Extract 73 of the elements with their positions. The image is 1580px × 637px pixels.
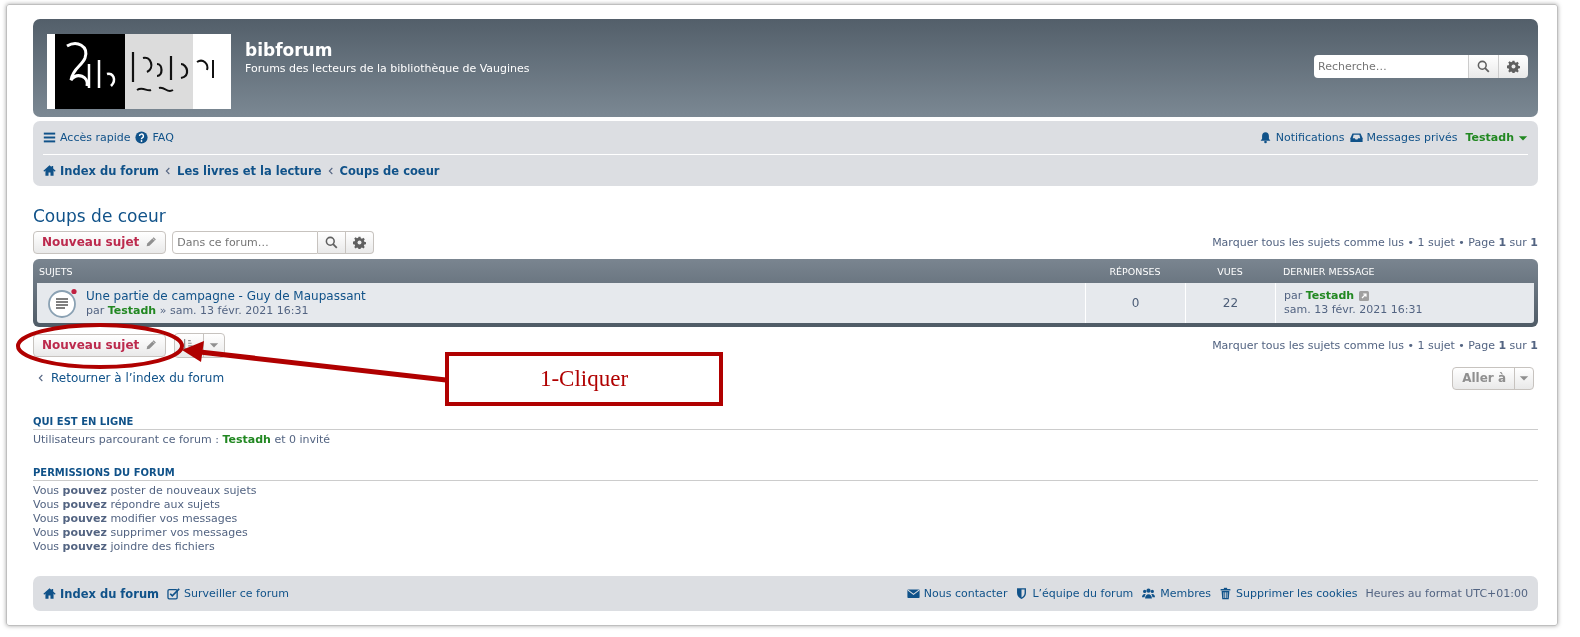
new-topic-button[interactable]: Nouveau sujet (33, 230, 167, 254)
chevron-left-icon (164, 165, 173, 176)
nav-link[interactable]: FAQ (135, 131, 174, 144)
footer-link[interactable]: Supprimer les cookies (1219, 587, 1358, 600)
permission-line: Vous pouvez joindre des fichiers (33, 540, 216, 554)
forum-search-field[interactable]: Dans ce forum… (172, 230, 319, 254)
pagination-info: Marquer tous les sujets comme lus • 1 sujet • Page 1 sur 1 (1212, 235, 1538, 249)
views-count: 22 (1222, 296, 1239, 310)
mark-read-link[interactable]: Marquer tous les sujets comme lus (1212, 235, 1405, 249)
nav-link[interactable]: Messages privés (1349, 131, 1458, 144)
pagination-info: Marquer tous les sujets comme lus • 1 sujet • Page 1 sur 1 (1212, 338, 1538, 352)
advanced-search-button[interactable] (1498, 55, 1528, 78)
caret-icon (1519, 373, 1529, 383)
trash-icon (1219, 587, 1233, 600)
mark-read-link[interactable]: Marquer tous les sujets comme lus (1212, 338, 1405, 352)
section-heading: QUI EST EN LIGNE (33, 416, 1538, 430)
breadcrumb-link[interactable]: Coups de coeur (339, 163, 440, 178)
footer-link[interactable]: Surveiller ce forum (167, 587, 289, 600)
site-title[interactable]: bibforum (245, 40, 530, 60)
permission-line: Vous pouvez poster de nouveaux sujets (33, 484, 258, 498)
annotation-callout: 1-Cliquer (445, 352, 723, 406)
search-icon (1477, 60, 1490, 73)
user-menu[interactable]: Testadh (1465, 131, 1528, 144)
envelope-icon (906, 587, 920, 600)
settings-icon (1507, 60, 1520, 73)
permission-line: Vous pouvez supprimer vos messages (33, 526, 249, 540)
checkbox-icon (167, 587, 181, 600)
nav-link[interactable]: Accès rapide (43, 131, 131, 144)
footer-link[interactable]: Membres (1141, 587, 1212, 600)
caret-icon (209, 340, 220, 350)
section-heading: PERMISSIONS DU FORUM (33, 467, 1538, 481)
column-header: SUJETS (38, 265, 74, 277)
footer-link[interactable]: Index du forum (43, 586, 160, 601)
chevron-left-icon (37, 373, 45, 383)
replies-count: 0 (1131, 296, 1140, 310)
inbox-icon (1349, 131, 1363, 144)
menu-icon (43, 131, 56, 144)
go-to-post-icon[interactable] (1359, 291, 1370, 301)
users-icon (1141, 587, 1157, 600)
online-users-text: Utilisateurs parcourant ce forum : Testadh et 0 invité (33, 433, 332, 447)
pencil-icon (145, 339, 158, 351)
settings-icon (353, 235, 367, 249)
search-icon (325, 235, 339, 249)
site-description: Forums des lecteurs de la bibliothèque de Vaugines (245, 62, 530, 75)
help-icon (135, 131, 149, 144)
column-header: RÉPONSES (1108, 265, 1162, 277)
back-link[interactable]: Retourner à l’index du forum (37, 371, 225, 385)
permission-line: Vous pouvez modifier vos messages (33, 512, 239, 526)
home-icon (43, 164, 56, 177)
new-topic-button[interactable]: Nouveau sujet (33, 333, 167, 357)
page-title: Coups de coeur (33, 206, 167, 226)
bell-icon (1258, 131, 1272, 144)
footer-link[interactable]: Nous contacter (906, 587, 1008, 600)
column-header: VUES (1216, 265, 1244, 277)
search-button[interactable] (1468, 55, 1498, 78)
pencil-icon (145, 236, 158, 248)
shield-icon (1015, 587, 1029, 600)
topic-meta: par Testadh » sam. 13 févr. 2021 16:31 (86, 303, 310, 318)
search-button[interactable] (318, 230, 347, 254)
last-post-date: sam. 13 févr. 2021 16:31 (1284, 303, 1423, 317)
nav-link[interactable]: Notifications (1258, 131, 1345, 144)
footer-link[interactable]: L’équipe du forum (1015, 587, 1134, 600)
advanced-search-button[interactable] (346, 230, 375, 254)
home-icon (43, 587, 56, 600)
chevron-left-icon (326, 165, 335, 176)
permission-line: Vous pouvez répondre aux sujets (33, 498, 221, 512)
search-field[interactable]: Recherche… (1314, 55, 1468, 78)
timezone-text: Heures au format UTC+01:00 (1365, 587, 1528, 600)
column-header: DERNIER MESSAGE (1282, 265, 1376, 277)
topic-title-link[interactable]: Une partie de campagne - Guy de Maupassant (86, 288, 366, 304)
last-post-author: par Testadh (1284, 289, 1355, 303)
breadcrumb-link[interactable]: Les livres et la lecture (177, 163, 322, 178)
breadcrumb-link[interactable]: Index du forum (43, 163, 160, 178)
